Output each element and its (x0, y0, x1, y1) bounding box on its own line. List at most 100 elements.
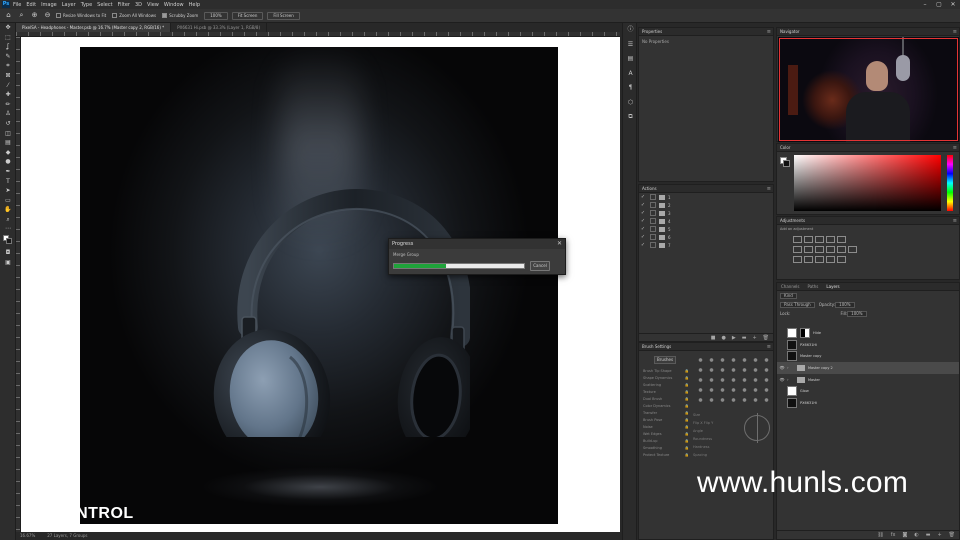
lock-icon[interactable]: 🔒 (685, 445, 689, 452)
libraries-icon[interactable]: ⧉ (623, 110, 638, 125)
lock-icon[interactable]: 🔒 (685, 389, 689, 396)
tab-paths[interactable]: Paths (804, 283, 823, 290)
posterize-icon[interactable] (804, 256, 813, 263)
opacity-input[interactable]: 100% (835, 301, 855, 308)
brush-option[interactable]: Brush Pose 🔒 (643, 417, 689, 424)
zoom-in-icon[interactable]: ⊕ (30, 11, 39, 20)
menu-file[interactable]: File (13, 2, 21, 8)
more-tools-icon[interactable]: ⋯ (0, 224, 16, 234)
add-mask-icon[interactable]: ◙ (902, 532, 907, 538)
scrubby-zoom-checkbox[interactable]: Scrubby Zoom (162, 13, 198, 18)
lock-icon[interactable]: 🔒 (685, 396, 689, 403)
lock-icon[interactable]: 🔒 (685, 438, 689, 445)
layer-row[interactable]: PX6631Hi (777, 339, 959, 351)
menu-layer[interactable]: Layer (62, 2, 76, 8)
info-icon[interactable]: ⓘ (623, 23, 638, 38)
view-box[interactable] (779, 38, 958, 141)
menu-filter[interactable]: Filter (118, 2, 130, 8)
brush-option[interactable]: Scattering 🔒 (643, 382, 689, 389)
check-icon[interactable]: ✓ (639, 202, 647, 208)
action-set-row[interactable]: ✓ 3 (639, 209, 773, 217)
lock-icon[interactable]: 🔒 (685, 417, 689, 424)
fill-input[interactable]: 100% (847, 310, 867, 317)
layer-row[interactable]: Glow (777, 386, 959, 398)
play-icon[interactable]: ▶ (732, 335, 736, 341)
layer-row[interactable]: 👁 › Master (777, 374, 959, 386)
tab-px6631[interactable]: PX6631 Hi.psb @ 33.3% (Layer 1, RGB/8) (171, 23, 268, 32)
menu-select[interactable]: Select (97, 2, 112, 8)
dodge-tool-icon[interactable]: ● (0, 157, 16, 167)
lock-icon[interactable]: 🔒 (685, 452, 689, 459)
close-icon[interactable]: ✕ (557, 240, 562, 247)
action-set-row[interactable]: ✓ 7 (639, 241, 773, 249)
new-adjustment-icon[interactable]: ◐ (914, 532, 918, 538)
tab-headphones-master[interactable]: PixelSA - Headphones - Master.psb @ 16.7… (16, 23, 172, 32)
brush-option[interactable]: Dual Brush 🔒 (643, 396, 689, 403)
adjust-sliders-icon[interactable]: ☰ (623, 38, 638, 53)
maximize-icon[interactable]: ▢ (932, 0, 946, 9)
dialog-toggle[interactable] (650, 202, 656, 208)
lock-icon[interactable]: 🔒 (685, 382, 689, 389)
fit-screen-button[interactable]: Fit Screen (231, 11, 264, 20)
menu-type[interactable]: Type (81, 2, 92, 8)
trash-icon[interactable]: 🗑 (949, 532, 955, 538)
lock-icon[interactable]: 🔒 (685, 403, 689, 410)
lock-icon[interactable]: 🔒 (685, 375, 689, 382)
panel-menu-icon[interactable]: ≡ (767, 185, 771, 193)
menu-3d[interactable]: 3D (135, 2, 142, 8)
action-set-row[interactable]: ✓ 6 (639, 233, 773, 241)
gradient-tool-icon[interactable]: ▤ (0, 138, 16, 148)
expand-arrow-icon[interactable]: › (787, 377, 793, 382)
panel-menu-icon[interactable]: ≡ (953, 217, 957, 225)
3d-icon[interactable]: ⬡ (623, 96, 638, 111)
cancel-button[interactable]: Cancel (530, 261, 550, 271)
marquee-tool-icon[interactable]: ⬚ (0, 33, 16, 43)
stop-icon[interactable]: ■ (711, 335, 716, 341)
panel-menu-icon[interactable]: ≡ (953, 144, 957, 152)
brush-option[interactable]: Smoothing 🔒 (643, 445, 689, 452)
menu-view[interactable]: View (147, 2, 159, 8)
home-icon[interactable]: ⌂ (4, 11, 13, 20)
layer-row[interactable]: Hide (777, 327, 959, 339)
lock-icon[interactable]: 🔒 (685, 431, 689, 438)
brushes-button[interactable]: Brushes (654, 356, 676, 364)
stamp-tool-icon[interactable]: ♙ (0, 109, 16, 119)
vibrance-icon[interactable] (837, 236, 846, 243)
layer-mask-thumbnail[interactable] (800, 327, 810, 338)
trash-icon[interactable]: 🗑 (763, 335, 769, 341)
zoom-100-button[interactable]: 100% (204, 11, 228, 20)
crop-tool-icon[interactable]: ⌗ (0, 61, 16, 71)
color-balance-icon[interactable] (804, 246, 813, 253)
eyedropper-tool-icon[interactable]: ⁄ (0, 81, 16, 91)
check-icon[interactable]: ✓ (639, 234, 647, 240)
brush-option[interactable]: Brush Tip Shape 🔒 (643, 368, 689, 375)
lock-icon[interactable]: 🔒 (685, 368, 689, 375)
record-icon[interactable]: ● (721, 335, 725, 341)
history-brush-icon[interactable]: ↺ (0, 119, 16, 129)
check-icon[interactable]: ✓ (639, 242, 647, 248)
panel-menu-icon[interactable]: ≡ (767, 28, 771, 36)
shape-tool-icon[interactable]: ▭ (0, 196, 16, 206)
healing-brush-icon[interactable]: ✚ (0, 90, 16, 100)
brush-option[interactable]: Shape Dynamics 🔒 (643, 375, 689, 382)
kind-filter-select[interactable]: Kind (780, 292, 797, 299)
channel-mixer-icon[interactable] (837, 246, 846, 253)
visibility-eye-icon[interactable]: 👁 (777, 377, 787, 382)
brush-option[interactable]: Noise 🔒 (643, 424, 689, 431)
color-picker-field[interactable] (794, 155, 941, 211)
color-swatches[interactable] (0, 234, 15, 248)
new-group-icon[interactable]: ▬ (926, 532, 931, 538)
expand-arrow-icon[interactable]: › (787, 365, 793, 370)
layer-row[interactable]: 👁 › Master copy 2 (777, 362, 959, 374)
check-icon[interactable]: ✓ (639, 210, 647, 216)
panel-menu-icon[interactable]: ≡ (953, 28, 957, 36)
background-color-swatch[interactable] (6, 238, 12, 245)
dialog-toggle[interactable] (650, 194, 656, 200)
dialog-toggle[interactable] (650, 218, 656, 224)
navigator-thumbnail[interactable] (778, 37, 959, 142)
background-swatch[interactable] (783, 160, 790, 167)
document-canvas[interactable] (80, 47, 558, 524)
menu-window[interactable]: Window (164, 2, 184, 8)
blend-mode-select[interactable]: Pass Through (780, 301, 815, 308)
gradient-map-icon[interactable] (826, 256, 835, 263)
